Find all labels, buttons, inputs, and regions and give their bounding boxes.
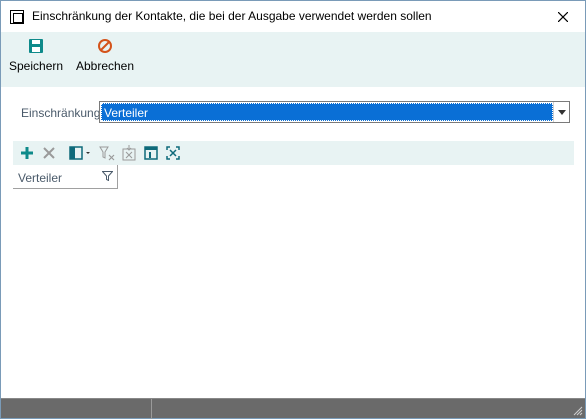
filter-icon[interactable] xyxy=(102,171,113,181)
close-button[interactable] xyxy=(541,1,585,32)
cancel-label: Abbrechen xyxy=(75,59,135,73)
dialog-window: Einschränkung der Kontakte, die bei der … xyxy=(0,0,586,419)
delete-button[interactable] xyxy=(41,145,57,161)
save-label: Speichern xyxy=(9,59,64,73)
fit-button[interactable] xyxy=(165,145,181,161)
columns-icon xyxy=(69,146,90,160)
clear-filter-icon xyxy=(99,146,115,161)
delete-icon xyxy=(43,147,55,159)
dropdown-button[interactable] xyxy=(553,102,569,122)
restriction-label: Einschränkung xyxy=(21,106,101,120)
column-header-label: Verteiler xyxy=(18,171,63,185)
floppy-disk-icon xyxy=(29,39,43,53)
column-header-verteiler[interactable]: Verteiler xyxy=(13,165,118,189)
resize-grip-icon[interactable] xyxy=(573,406,583,416)
grid-toolbar xyxy=(13,141,574,165)
add-icon xyxy=(21,147,33,159)
export-button[interactable] xyxy=(121,145,137,161)
cancel-circle-icon xyxy=(98,39,112,53)
fit-icon xyxy=(166,146,180,160)
cancel-button[interactable]: Abbrechen xyxy=(75,38,135,73)
clear-filter-button[interactable] xyxy=(99,145,115,161)
restriction-select[interactable]: Verteiler xyxy=(99,101,570,123)
status-separator xyxy=(151,399,152,419)
close-icon xyxy=(558,11,568,22)
window-icon xyxy=(10,10,24,24)
chevron-down-icon xyxy=(557,109,566,115)
export-icon xyxy=(122,145,136,161)
add-button[interactable] xyxy=(19,145,35,161)
layout-icon xyxy=(144,146,158,160)
status-bar xyxy=(1,398,585,419)
title-bar: Einschränkung der Kontakte, die bei der … xyxy=(1,1,585,32)
save-button[interactable]: Speichern xyxy=(9,38,63,73)
columns-button[interactable] xyxy=(69,145,91,161)
ribbon-toolbar: Speichern Abbrechen xyxy=(1,32,585,87)
restriction-selected-value: Verteiler xyxy=(101,103,553,121)
window-title: Einschränkung der Kontakte, die bei der … xyxy=(32,9,432,23)
layout-button[interactable] xyxy=(143,145,159,161)
